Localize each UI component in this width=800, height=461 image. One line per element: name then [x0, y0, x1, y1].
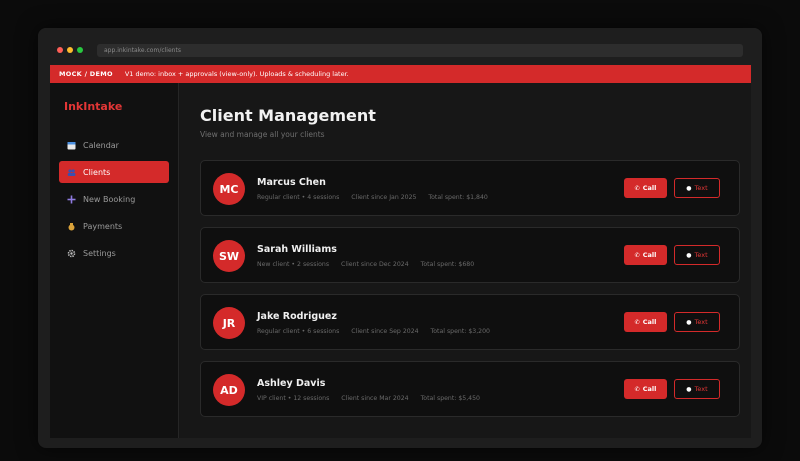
gear-icon [67, 249, 76, 258]
client-name[interactable]: Marcus Chen [257, 177, 326, 188]
call-label: Call [642, 318, 657, 326]
text-label: Text [694, 184, 708, 192]
text-button[interactable]: ● Text [674, 245, 720, 265]
text-label: Text [694, 385, 708, 393]
minimize-window-dot[interactable] [67, 47, 73, 53]
main-content: Client Management View and manage all yo… [180, 83, 751, 438]
maximize-window-dot[interactable] [77, 47, 83, 53]
call-label: Call [642, 184, 657, 192]
sidebar-item-new-booking[interactable]: New Booking [59, 188, 169, 210]
call-button[interactable]: ✆ Call [624, 245, 667, 265]
text-label: Text [694, 251, 708, 259]
client-meta: Regular client • 4 sessions Client since… [257, 194, 498, 201]
client-since: Client since Mar 2024 [341, 395, 409, 402]
client-spent: Total spent: $680 [420, 261, 475, 268]
client-card[interactable]: SW Sarah Williams New client • 2 session… [200, 227, 740, 283]
speech-bubble-icon: ● [686, 184, 692, 192]
speech-bubble-icon: ● [686, 385, 692, 393]
avatar: MC [213, 173, 245, 205]
sidebar-item-settings[interactable]: Settings [59, 242, 169, 264]
client-since: Client since Dec 2024 [341, 261, 409, 268]
text-button[interactable]: ● Text [674, 312, 720, 332]
brand-logo[interactable]: InkIntake [64, 100, 122, 113]
client-name[interactable]: Jake Rodriguez [257, 311, 337, 322]
client-card[interactable]: AD Ashley Davis VIP client • 12 sessions… [200, 361, 740, 417]
client-meta: VIP client • 12 sessions Client since Ma… [257, 395, 490, 402]
sidebar-item-label: Calendar [83, 140, 119, 150]
client-type: Regular client • 4 sessions [257, 194, 340, 201]
avatar: AD [213, 374, 245, 406]
client-type: VIP client • 12 sessions [257, 395, 330, 402]
sidebar: InkIntake Calendar Clients New Booking P… [50, 83, 179, 438]
phone-icon: ✆ [634, 184, 640, 192]
sidebar-item-label: Clients [83, 167, 111, 177]
page-title: Client Management [200, 106, 376, 125]
text-button[interactable]: ● Text [674, 178, 720, 198]
call-label: Call [642, 385, 657, 393]
text-button[interactable]: ● Text [674, 379, 720, 399]
client-spent: Total spent: $3,200 [430, 328, 490, 335]
sidebar-item-payments[interactable]: Payments [59, 215, 169, 237]
sidebar-item-clients[interactable]: Clients [59, 161, 169, 183]
sidebar-item-label: Payments [83, 221, 123, 231]
phone-icon: ✆ [634, 251, 640, 259]
browser-window: app.inkintake.com/clients MOCK / DEMO V1… [38, 28, 762, 448]
client-spent: Total spent: $1,840 [428, 194, 488, 201]
demo-message: V1 demo: inbox + approvals (view-only). … [124, 70, 349, 78]
client-since: Client since Jan 2025 [351, 194, 417, 201]
sidebar-item-calendar[interactable]: Calendar [59, 134, 169, 156]
client-type: Regular client • 6 sessions [257, 328, 340, 335]
page-subtitle: View and manage all your clients [200, 130, 325, 139]
call-button[interactable]: ✆ Call [624, 379, 667, 399]
demo-tag: MOCK / DEMO [59, 70, 113, 78]
sidebar-item-label: New Booking [83, 194, 136, 204]
client-meta: New client • 2 sessions Client since Dec… [257, 261, 484, 268]
money-bag-icon [67, 222, 76, 231]
plus-icon [67, 195, 76, 204]
speech-bubble-icon: ● [686, 251, 692, 259]
client-name[interactable]: Ashley Davis [257, 378, 325, 389]
avatar: JR [213, 307, 245, 339]
call-label: Call [642, 251, 657, 259]
call-button[interactable]: ✆ Call [624, 178, 667, 198]
client-type: New client • 2 sessions [257, 261, 330, 268]
calendar-icon [67, 141, 76, 150]
app-shell: InkIntake Calendar Clients New Booking P… [50, 83, 751, 438]
close-window-dot[interactable] [57, 47, 63, 53]
speech-bubble-icon: ● [686, 318, 692, 326]
call-button[interactable]: ✆ Call [624, 312, 667, 332]
client-meta: Regular client • 6 sessions Client since… [257, 328, 500, 335]
avatar: SW [213, 240, 245, 272]
phone-icon: ✆ [634, 318, 640, 326]
sidebar-item-label: Settings [83, 248, 116, 258]
client-card[interactable]: JR Jake Rodriguez Regular client • 6 ses… [200, 294, 740, 350]
address-bar[interactable]: app.inkintake.com/clients [97, 44, 743, 57]
phone-icon: ✆ [634, 385, 640, 393]
client-card[interactable]: MC Marcus Chen Regular client • 4 sessio… [200, 160, 740, 216]
client-name[interactable]: Sarah Williams [257, 244, 337, 255]
clients-icon [67, 168, 76, 177]
text-label: Text [694, 318, 708, 326]
client-spent: Total spent: $5,450 [420, 395, 480, 402]
client-since: Client since Sep 2024 [351, 328, 419, 335]
browser-chrome: app.inkintake.com/clients [38, 28, 762, 65]
demo-banner: MOCK / DEMO V1 demo: inbox + approvals (… [50, 65, 751, 83]
